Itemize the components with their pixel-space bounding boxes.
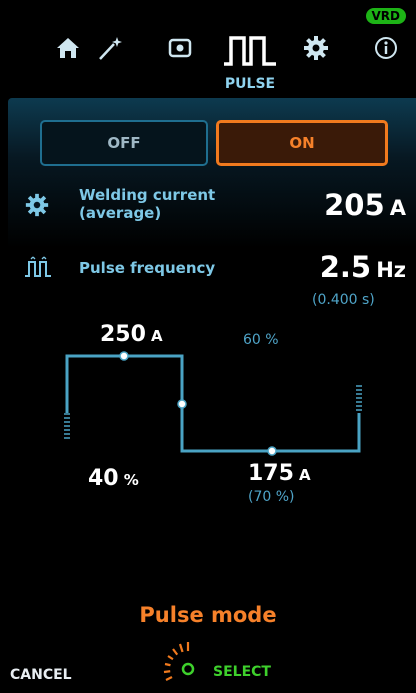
welding-current-unit: A xyxy=(389,196,406,220)
peak-current-handle[interactable] xyxy=(119,351,129,361)
magic-wand-icon[interactable] xyxy=(96,34,124,62)
duty-cycle-handle[interactable] xyxy=(177,399,187,409)
rotary-knob-icon[interactable] xyxy=(160,638,216,693)
peak-current-unit: A xyxy=(151,327,163,345)
welding-current-value[interactable]: 205 A xyxy=(300,188,406,222)
base-current-handle[interactable] xyxy=(267,446,277,456)
base-current-number: 175 xyxy=(248,461,294,486)
pulse-frequency-label: Pulse frequency xyxy=(79,259,216,277)
base-current-unit: A xyxy=(299,466,311,484)
gear-icon[interactable] xyxy=(302,34,330,62)
low-duty-number: 40 xyxy=(88,466,119,491)
peak-duty-value: 60 % xyxy=(243,332,279,348)
pulse-wave-icon[interactable] xyxy=(222,34,278,68)
toggle-on-button[interactable]: ON xyxy=(216,120,388,166)
mode-title: Pulse mode xyxy=(139,603,277,627)
info-icon[interactable] xyxy=(372,34,400,62)
toggle-off-button[interactable]: OFF xyxy=(40,120,208,166)
vrd-badge: VRD xyxy=(365,8,406,24)
pulse-wave-icon xyxy=(25,256,51,277)
home-icon[interactable] xyxy=(54,34,82,62)
pulse-waveform-graph xyxy=(64,351,362,456)
peak-current-value[interactable]: 250 A xyxy=(100,322,163,347)
low-duty-unit: % xyxy=(123,471,139,489)
cancel-button[interactable]: CANCEL xyxy=(10,667,72,683)
peak-current-number: 250 xyxy=(100,322,146,347)
base-current-value[interactable]: 175 A xyxy=(248,461,311,486)
base-current-percent: (70 %) xyxy=(248,489,295,505)
gear-icon xyxy=(25,193,49,217)
memory-card-icon[interactable] xyxy=(166,34,194,62)
pulse-frequency-unit: Hz xyxy=(376,258,406,282)
low-duty-value[interactable]: 40 % xyxy=(88,466,139,491)
pulse-frequency-number: 2.5 xyxy=(319,250,372,284)
select-button[interactable]: SELECT xyxy=(213,664,271,680)
pulse-frequency-value[interactable]: 2.5 Hz xyxy=(280,250,406,284)
welding-current-number: 205 xyxy=(324,188,385,222)
welding-current-label: Welding current (average) xyxy=(79,186,216,222)
nav-active-label: PULSE xyxy=(224,76,276,92)
